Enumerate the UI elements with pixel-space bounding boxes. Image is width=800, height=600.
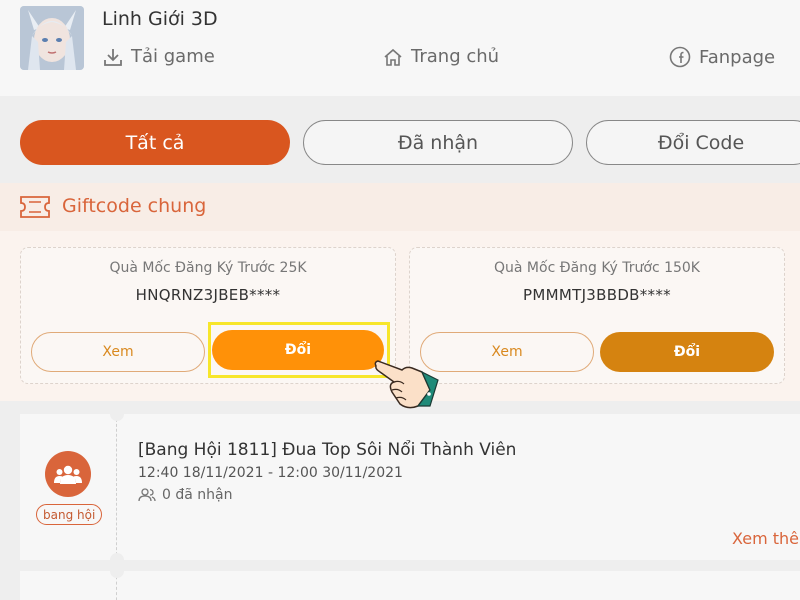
game-title: Linh Giới 3D [102,8,218,30]
event-title[interactable]: [Bang Hội 1811] Đua Top Sôi Nổi Thành Vi… [138,440,516,460]
tab-received[interactable]: Đã nhận [303,120,573,165]
view-button[interactable]: Xem [420,332,594,372]
game-avatar[interactable] [20,6,84,70]
home-link[interactable]: Trang chủ [383,46,499,67]
fanpage-link[interactable]: Fanpage [669,46,775,68]
giftcode-title: Quà Mốc Đăng Ký Trước 150K [494,260,700,276]
download-icon [104,48,122,66]
tab-all[interactable]: Tất cả [20,120,290,165]
giftcode-title: Quà Mốc Đăng Ký Trước 25K [109,260,307,276]
event-tag: bang hội [36,504,103,525]
event-badge-area: bang hội [20,414,117,560]
event-time: 12:40 18/11/2021 - 12:00 30/11/2021 [138,465,403,481]
header: Linh Giới 3D Tải game Trang chủ Fanpage [0,0,800,96]
view-button[interactable]: Xem [31,332,205,372]
view-more-link[interactable]: Xem thê [732,529,799,548]
pointing-hand-icon [374,360,439,409]
fanpage-label: Fanpage [699,46,776,68]
home-label: Trang chủ [411,46,500,67]
users-icon [138,488,156,502]
event-received: 0 đã nhận [138,487,232,503]
group-icon [45,451,91,497]
event-card[interactable] [20,571,800,600]
facebook-icon [669,46,691,68]
ticket-icon [20,196,50,218]
giftcode-card: Quà Mốc Đăng Ký Trước 150K PMMMTJ3BBDB**… [409,247,785,384]
redeem-button[interactable]: Đổi [600,332,774,372]
giftcode-code: HNQRNZ3JBEB**** [135,286,281,304]
section-title: Giftcode chung [62,195,207,217]
ticket-notch [110,407,124,421]
giftcode-code: PMMMTJ3BBDB**** [523,286,671,304]
redeem-button-highlighted[interactable]: Đổi [212,330,384,370]
download-label: Tải game [131,46,215,67]
event-card[interactable]: bang hội [Bang Hội 1811] Đua Top Sôi Nổi… [20,414,800,560]
event-received-label: 0 đã nhận [162,487,233,503]
home-icon [384,48,402,66]
event-badge-area [20,571,117,600]
tab-redeem-code[interactable]: Đổi Code [586,120,800,165]
download-link[interactable]: Tải game [103,46,215,67]
ticket-notch [110,564,124,578]
